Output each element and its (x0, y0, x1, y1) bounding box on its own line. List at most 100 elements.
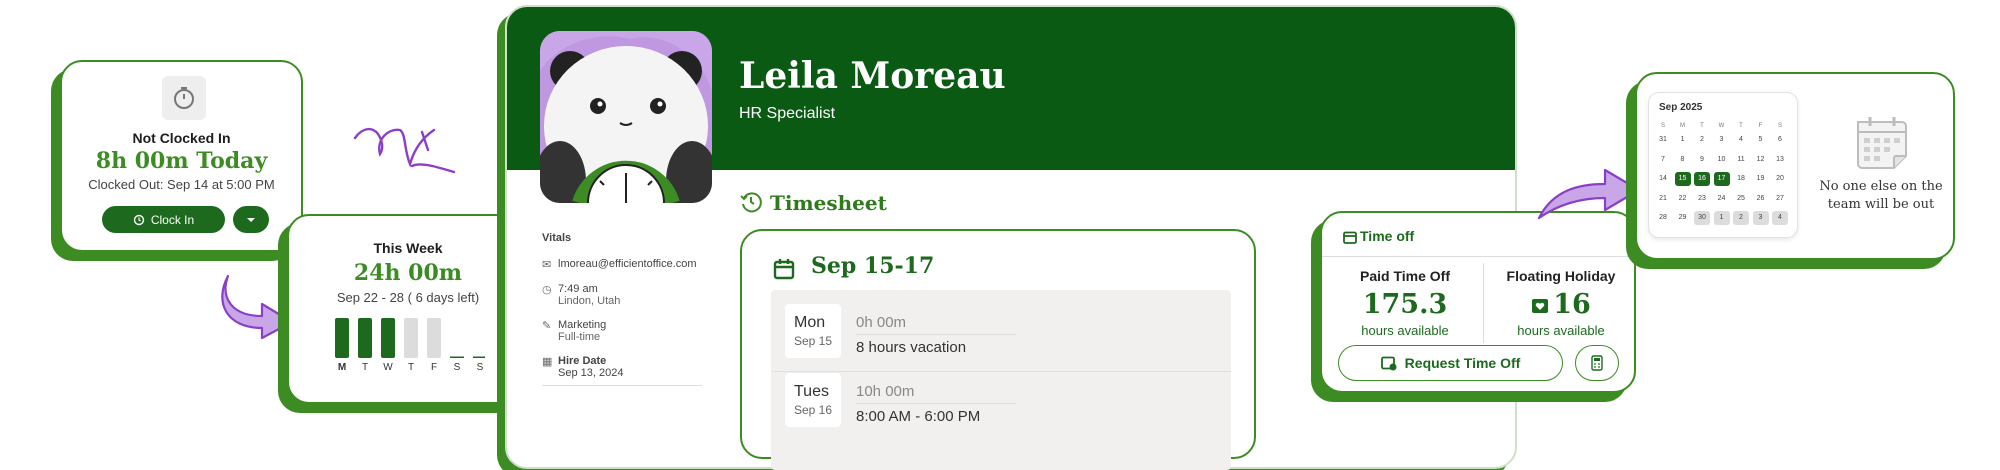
calendar-day[interactable]: 29 (1675, 211, 1691, 225)
weekday-label: T (1700, 123, 1704, 129)
day-bar (381, 318, 395, 358)
calendar-day[interactable]: 17 (1713, 172, 1730, 186)
day-bar (335, 318, 349, 358)
vitals-department: Marketing (558, 319, 607, 331)
calendar-day[interactable]: 26 (1753, 192, 1769, 206)
weekday-label: S (1777, 123, 1782, 129)
calendar-icon (1343, 231, 1357, 244)
calendar-day[interactable]: 1 (1713, 211, 1730, 225)
divider (856, 403, 1016, 404)
pto-balance: Paid Time Off 175.3 hours available (1330, 268, 1480, 338)
time-off-heading: Time off (1360, 228, 1415, 244)
divider (1483, 263, 1484, 343)
weekday-label: F (1758, 123, 1763, 129)
calendar-day[interactable]: 5 (1753, 133, 1769, 147)
hire-date-label: Hire Date (558, 355, 607, 367)
calendar-day[interactable]: 22 (1675, 192, 1691, 206)
arrow-decoration (221, 274, 294, 340)
avatar (540, 31, 712, 203)
entry-day: Tues (794, 383, 829, 400)
calendar-day[interactable]: 3 (1752, 211, 1769, 225)
calendar-day[interactable]: 14 (1655, 172, 1671, 186)
calendar-day[interactable]: 7 (1655, 153, 1671, 167)
clock-in-icon (133, 214, 145, 225)
week-hours: 24h 00m (353, 260, 463, 286)
timesheet-entry[interactable]: Mon Sep 15 0h 00m 8 hours vacation (785, 304, 1215, 364)
day-bar (358, 318, 372, 358)
entry-day: Mon (794, 314, 826, 331)
calendar-day[interactable]: 30 (1694, 211, 1710, 225)
clock-status-card: Not Clocked In 8h 00m Today Clocked Out:… (60, 60, 303, 252)
pto-value: 175.3 (1362, 289, 1448, 320)
calendar-day[interactable]: 6 (1772, 133, 1788, 147)
scribble-doodle (353, 127, 456, 174)
timesheet-icon (740, 192, 762, 213)
entry-hours: 0h 00m (856, 314, 907, 331)
employee-name: Leila Moreau (739, 55, 1006, 97)
pto-subtext: hours available (1361, 323, 1449, 338)
empty-calendar-icon (1857, 117, 1907, 169)
entry-hours: 10h 00m (856, 383, 915, 400)
clock-status-text: Not Clocked In (132, 130, 231, 146)
day-label: T (361, 362, 369, 373)
team-calendar-card: Sep 2025 S M T W T F S 31 1 2 3 4 5 6 7 8 9 10 11 12 13 14 15 1… (1635, 72, 1955, 260)
calendar-day[interactable]: 20 (1772, 172, 1788, 186)
timesheet-tab[interactable]: Timesheet (770, 191, 887, 215)
calendar-day[interactable]: 31 (1655, 133, 1671, 147)
week-range: Sep 22 - 28 ( 6 days left) (336, 290, 480, 305)
calendar-day[interactable]: 1 (1675, 133, 1691, 147)
no-one-out-message: No one else on the team will be out (1819, 179, 1943, 212)
divider (856, 334, 1016, 335)
calendar-day[interactable]: 10 (1714, 153, 1730, 167)
weekday-label: M (1680, 123, 1685, 129)
week-title: This Week (373, 240, 443, 256)
calendar-day[interactable]: 16 (1694, 172, 1710, 186)
calendar-day[interactable]: 24 (1714, 192, 1730, 206)
calendar-day[interactable]: 19 (1753, 172, 1769, 186)
mini-calendar: Sep 2025 S M T W T F S 31 1 2 3 4 5 6 7 8 9 10 11 12 13 14 15 1… (1649, 93, 1797, 237)
calculator-button[interactable] (1575, 345, 1619, 381)
calendar-day[interactable]: 4 (1733, 133, 1749, 147)
chevron-down-icon (247, 217, 255, 222)
floating-holiday-subtext: hours available (1517, 323, 1605, 338)
calendar-day[interactable]: 2 (1733, 211, 1749, 225)
pto-label: Paid Time Off (1360, 268, 1450, 284)
vitals-local-time: 7:49 am (558, 283, 598, 295)
entry-date: Sep 16 (794, 403, 833, 417)
vitals-email[interactable]: lmoreau@efficientoffice.com (558, 258, 697, 271)
timesheet-range: Sep 15-17 (811, 253, 935, 279)
calendar-month: Sep 2025 (1659, 102, 1703, 113)
calendar-day[interactable]: 21 (1655, 192, 1671, 206)
request-time-off-button[interactable]: Request Time Off (1338, 345, 1563, 381)
calendar-day[interactable]: 9 (1694, 153, 1710, 167)
calendar-day[interactable]: 23 (1694, 192, 1710, 206)
arrow-decoration (1537, 168, 1641, 220)
calendar-day[interactable]: 3 (1714, 133, 1730, 147)
calendar-day[interactable]: 15 (1674, 172, 1691, 186)
calendar-day[interactable]: 4 (1772, 211, 1788, 225)
calendar-day[interactable]: 25 (1733, 192, 1749, 206)
calendar-day[interactable]: 2 (1694, 133, 1710, 147)
calendar-day[interactable]: 11 (1733, 153, 1749, 167)
clock-in-button[interactable]: Clock In (102, 206, 225, 233)
clock-in-label: Clock In (150, 212, 195, 227)
day-bar (404, 318, 418, 358)
request-time-off-label: Request Time Off (1404, 355, 1521, 371)
hire-date-value: Sep 13, 2024 (558, 367, 624, 379)
calendar-day[interactable]: 18 (1733, 172, 1749, 186)
weekday-label: T (1739, 123, 1743, 129)
calendar-day[interactable]: 27 (1772, 192, 1788, 206)
timesheet-entry[interactable]: Tues Sep 16 10h 00m 8:00 AM - 6:00 PM (785, 373, 1215, 433)
calendar-day[interactable]: 8 (1675, 153, 1691, 167)
vitals-location: Lindon, Utah (558, 295, 621, 307)
vitals-employment: Full-time (558, 331, 601, 343)
clock-options-dropdown[interactable] (233, 206, 269, 233)
calendar-day[interactable]: 13 (1772, 153, 1788, 167)
week-bar-chart (335, 318, 485, 358)
calendar-day[interactable]: 12 (1753, 153, 1769, 167)
floating-holiday-label: Floating Holiday (1506, 268, 1616, 284)
calendar-day[interactable]: 28 (1655, 211, 1671, 225)
day-label: S (476, 362, 484, 373)
day-label: F (430, 362, 438, 373)
day-label: W (383, 362, 393, 373)
